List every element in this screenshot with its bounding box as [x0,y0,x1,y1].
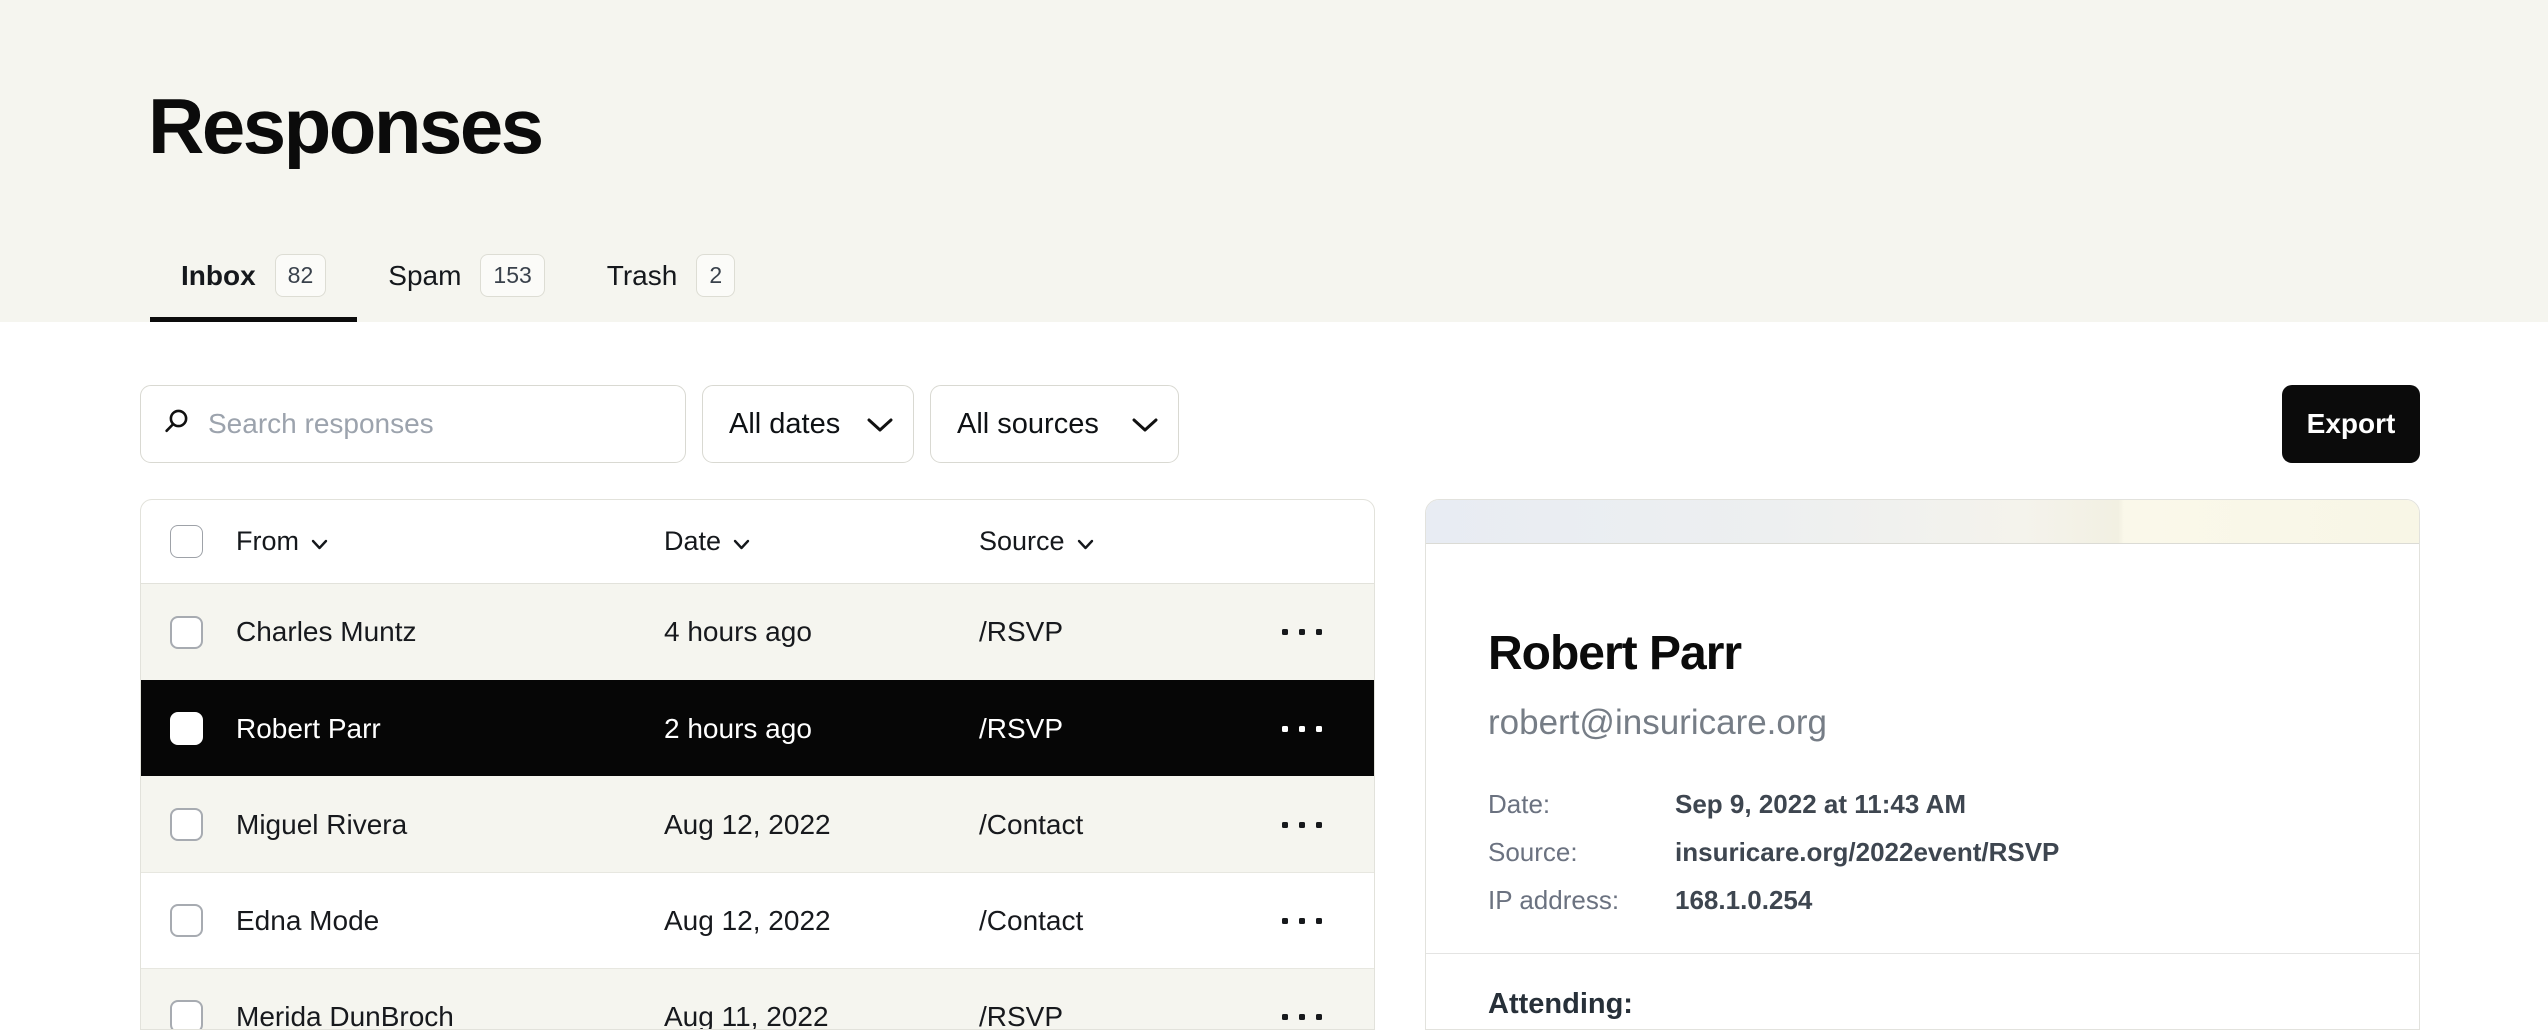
ellipsis-icon [1299,629,1305,635]
ellipsis-icon [1282,822,1288,828]
row-actions-button[interactable] [1279,1014,1374,1020]
ellipsis-icon [1316,726,1322,732]
row-source: /Contact [979,905,1279,937]
tab-trash-label: Trash [607,260,678,292]
row-from: Miguel Rivera [236,809,664,841]
main-split: From Date Source [140,499,2420,1030]
column-header-source[interactable]: Source [979,526,1279,557]
column-header-date[interactable]: Date [664,526,979,557]
attending-heading: Attending: [1488,988,2357,1021]
tab-spam-label: Spam [388,260,461,292]
meta-value: Sep 9, 2022 at 11:43 AM [1675,789,1966,819]
tab-count-badge: 153 [480,254,544,297]
meta-value: insuricare.org/2022event/RSVP [1675,837,2059,867]
row-checkbox[interactable] [170,1000,203,1030]
row-checkbox[interactable] [170,904,203,937]
tab-inbox[interactable]: Inbox 82 [150,254,357,322]
chevron-down-icon [1132,408,1158,441]
chevron-down-icon [733,526,750,557]
table-row[interactable]: Charles Muntz 4 hours ago /RSVP [141,584,1374,680]
row-actions-button[interactable] [1279,918,1374,924]
row-from: Robert Parr [236,713,664,745]
ellipsis-icon [1316,1014,1322,1020]
tab-trash[interactable]: Trash 2 [576,254,766,322]
row-actions-button[interactable] [1279,726,1374,732]
panel-header-strip [1426,500,2419,544]
export-button[interactable]: Export [2282,385,2420,463]
page-title: Responses [0,0,2548,168]
detail-name: Robert Parr [1488,628,2357,681]
table-body: Charles Muntz 4 hours ago /RSVP Robert P… [141,584,1374,1030]
meta-row-ip: IP address: 168.1.0.254 [1488,885,2357,915]
hero-section: Responses Inbox 82 Spam 153 Trash 2 [0,0,2548,322]
ellipsis-icon [1316,822,1322,828]
detail-email: robert@insuricare.org [1488,703,2357,743]
detail-meta: Date: Sep 9, 2022 at 11:43 AM Source: in… [1488,789,2357,915]
source-filter-select[interactable]: All sources [930,385,1179,463]
search-box [140,385,686,463]
row-actions-button[interactable] [1279,822,1374,828]
row-date: Aug 12, 2022 [664,809,979,841]
toolbar: All dates All sources Export [140,385,2420,463]
row-source: /Contact [979,809,1279,841]
meta-value: 168.1.0.254 [1675,885,1812,915]
chevron-down-icon [1077,526,1094,557]
ellipsis-icon [1299,1014,1305,1020]
row-date: Aug 11, 2022 [664,1001,979,1030]
ellipsis-icon [1299,726,1305,732]
table-row[interactable]: Miguel Rivera Aug 12, 2022 /Contact [141,776,1374,872]
row-source: /RSVP [979,616,1279,648]
row-checkbox[interactable] [170,616,203,649]
column-header-from[interactable]: From [236,526,664,557]
responses-table: From Date Source [140,499,1375,1030]
meta-label: Source: [1488,837,1675,867]
row-from: Charles Muntz [236,616,664,648]
row-date: 4 hours ago [664,616,979,648]
date-filter-select[interactable]: All dates [702,385,914,463]
ellipsis-icon [1299,822,1305,828]
row-from: Merida DunBroch [236,1001,664,1030]
source-filter-value: All sources [957,408,1099,441]
tab-count-badge: 82 [275,254,327,297]
tab-bar: Inbox 82 Spam 153 Trash 2 [150,254,766,322]
tab-count-badge: 2 [696,254,735,297]
search-icon [163,408,190,440]
main-content: All dates All sources Export [0,322,2548,1030]
meta-row-date: Date: Sep 9, 2022 at 11:43 AM [1488,789,2357,819]
row-checkbox[interactable] [170,808,203,841]
table-row[interactable]: Edna Mode Aug 12, 2022 /Contact [141,872,1374,968]
meta-label: Date: [1488,789,1675,819]
row-checkbox[interactable] [170,712,203,745]
chevron-down-icon [311,526,328,557]
date-filter-value: All dates [729,408,840,441]
meta-row-source: Source: insuricare.org/2022event/RSVP [1488,837,2357,867]
tab-spam[interactable]: Spam 153 [357,254,576,322]
panel-divider [1426,953,2419,954]
row-from: Edna Mode [236,905,664,937]
row-date: 2 hours ago [664,713,979,745]
table-header: From Date Source [141,500,1374,584]
panel-body: Robert Parr robert@insuricare.org Date: … [1426,628,2419,1021]
ellipsis-icon [1282,726,1288,732]
row-actions-button[interactable] [1279,629,1374,635]
ellipsis-icon [1282,629,1288,635]
ellipsis-icon [1299,918,1305,924]
ellipsis-icon [1316,918,1322,924]
ellipsis-icon [1282,1014,1288,1020]
select-all-checkbox[interactable] [170,525,203,558]
tab-inbox-label: Inbox [181,260,256,292]
row-source: /RSVP [979,713,1279,745]
chevron-down-icon [867,408,893,441]
row-date: Aug 12, 2022 [664,905,979,937]
ellipsis-icon [1282,918,1288,924]
meta-label: IP address: [1488,885,1675,915]
detail-panel: Robert Parr robert@insuricare.org Date: … [1425,499,2420,1030]
table-row[interactable]: Merida DunBroch Aug 11, 2022 /RSVP [141,968,1374,1030]
search-input[interactable] [206,407,663,441]
table-row-selected[interactable]: Robert Parr 2 hours ago /RSVP [141,680,1374,776]
ellipsis-icon [1316,629,1322,635]
row-source: /RSVP [979,1001,1279,1030]
